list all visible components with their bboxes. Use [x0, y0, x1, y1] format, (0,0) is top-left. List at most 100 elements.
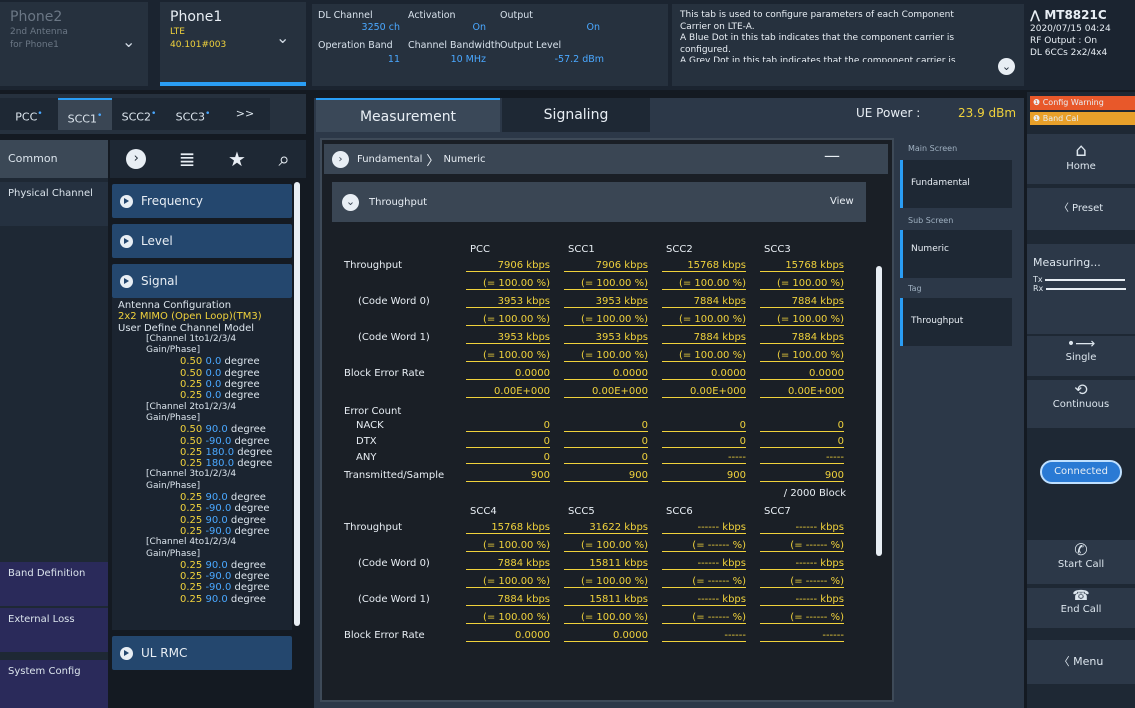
percent-value: (= 100.00 %) — [662, 314, 746, 326]
row-label: Block Error Rate — [344, 630, 425, 641]
tab-signaling[interactable]: Signaling — [502, 98, 650, 132]
gain-phase-row[interactable]: 0.25 -90.0 degree — [118, 526, 288, 537]
antenna-config-value[interactable]: 2x2 MIMO (Open Loop)(TM3) — [118, 311, 288, 322]
tab-scc3[interactable]: SCC3• — [166, 98, 220, 130]
signal-params: Antenna Configuration 2x2 MIMO (Open Loo… — [112, 298, 292, 630]
percent-value: (= 100.00 %) — [564, 540, 648, 552]
tab-more[interactable]: >> — [220, 98, 270, 130]
row-label: Transmitted/Sample — [344, 470, 445, 481]
tx-indicator: Tx — [1033, 275, 1129, 284]
chevron-right-icon[interactable]: › — [126, 149, 147, 169]
list-expand-icon[interactable]: ≣ — [179, 147, 196, 171]
bler-value: 0.0000 — [564, 630, 648, 642]
bler-value: 0.0000 — [760, 368, 844, 380]
gain-phase-row[interactable]: 0.25 180.0 degree — [118, 458, 288, 469]
gain-phase-row[interactable]: 0.50 -90.0 degree — [118, 436, 288, 447]
breadcrumb-fundamental[interactable]: Fundamental — [357, 154, 422, 165]
end-call-button[interactable]: ☎ End Call — [1027, 588, 1135, 628]
percent-value: (= 100.00 %) — [564, 612, 648, 624]
rx-indicator: Rx — [1033, 284, 1129, 293]
breadcrumb-numeric[interactable]: Numeric — [443, 154, 485, 165]
gain-phase-row[interactable]: 0.25 90.0 degree — [118, 594, 288, 605]
tag-label: Tag — [908, 284, 922, 293]
group-level[interactable]: Level — [112, 224, 292, 258]
nack-value: 0 — [466, 420, 550, 432]
band-cal-badge[interactable]: ❶ Band Cal — [1030, 112, 1135, 125]
minimize-icon[interactable]: — — [824, 146, 840, 165]
bler-exp-value: 0.00E+000 — [466, 386, 550, 398]
tag-button[interactable]: Throughput — [900, 298, 1012, 346]
home-icon: ⌂ — [1075, 140, 1087, 161]
gain-phase-row[interactable]: 0.25 90.0 degree — [118, 560, 288, 571]
breadcrumb-separator-icon: 〉 — [426, 153, 440, 169]
transmitted-value: 900 — [466, 470, 550, 482]
phone2-tab[interactable]: Phone2 2nd Antenna for Phone1 ⌄ — [0, 2, 148, 86]
row-label: (Code Word 0) — [358, 296, 430, 307]
gain-phase-row[interactable]: 0.50 0.0 degree — [118, 356, 288, 367]
bandwidth-label: Channel Bandwidth — [408, 40, 501, 51]
left-nav: Common Physical Channel Band Definition … — [0, 140, 108, 708]
preset-button[interactable]: 〈 Preset — [1027, 188, 1135, 230]
group-frequency[interactable]: Frequency — [112, 184, 292, 218]
start-call-button[interactable]: ✆ Start Call — [1027, 540, 1135, 584]
home-button[interactable]: ⌂ Home — [1027, 134, 1135, 184]
phone1-tab[interactable]: Phone1 LTE 40.101#003 ⌄ — [160, 2, 306, 86]
screen-selector: Main Screen Fundamental Sub Screen Numer… — [896, 138, 1024, 708]
throughput-value: 15768 kbps — [662, 260, 746, 272]
group-ul-rmc[interactable]: UL RMC — [112, 636, 292, 670]
gain-phase-row[interactable]: 0.50 90.0 degree — [118, 424, 288, 435]
nav-system-config[interactable]: System Config — [0, 660, 108, 708]
tab-measurement[interactable]: Measurement — [316, 98, 500, 132]
codeword0-value: ------ kbps — [662, 558, 746, 570]
left-scrollbar[interactable] — [294, 182, 300, 626]
nav-external-loss[interactable]: External Loss — [0, 608, 108, 652]
nav-physical-channel[interactable]: Physical Channel — [0, 182, 108, 226]
any-value: 0 — [466, 452, 550, 464]
percent-value: (= ------ %) — [760, 612, 844, 624]
search-icon[interactable]: ⌕ — [279, 147, 290, 171]
sub-screen-button[interactable]: Numeric — [900, 230, 1012, 278]
chevron-right-icon — [120, 234, 133, 248]
chevron-down-icon: ⌄ — [122, 32, 136, 51]
carrier-summary[interactable]: DL Channel 3250 ch Activation On Output … — [312, 4, 668, 86]
info-panel: This tab is used to configure parameters… — [672, 4, 1024, 86]
gain-phase-row[interactable]: 0.25 90.0 degree — [118, 492, 288, 503]
gain-phase-row[interactable]: 0.25 -90.0 degree — [118, 571, 288, 582]
codeword1-value: 3953 kbps — [564, 332, 648, 344]
expand-icon[interactable]: ⌄ — [998, 58, 1015, 75]
group-signal[interactable]: Signal — [112, 264, 292, 298]
tab-pcc[interactable]: PCC• — [0, 98, 58, 130]
gain-phase-row[interactable]: 0.25 0.0 degree — [118, 390, 288, 401]
column-header: SCC5 — [568, 506, 595, 517]
chevron-down-icon: ⌄ — [276, 28, 290, 47]
row-label: Throughput — [344, 522, 403, 533]
continuous-button[interactable]: ⟲ Continuous — [1027, 380, 1135, 428]
gain-phase-row[interactable]: 0.50 0.0 degree — [118, 368, 288, 379]
output-label: Output — [500, 10, 533, 21]
tab-scc2[interactable]: SCC2• — [112, 98, 166, 130]
gain-phase-row[interactable]: 0.25 180.0 degree — [118, 447, 288, 458]
gain-phase-row[interactable]: 0.25 90.0 degree — [118, 515, 288, 526]
throughput-header[interactable]: ⌄ Throughput View — [332, 182, 866, 222]
config-warning-badge[interactable]: ❶ Config Warning — [1030, 96, 1135, 110]
gain-phase-row[interactable]: 0.25 -90.0 degree — [118, 503, 288, 514]
view-button[interactable]: View — [830, 196, 854, 207]
gain-phase-row[interactable]: 0.25 -90.0 degree — [118, 582, 288, 593]
single-button[interactable]: •⟶ Single — [1027, 336, 1135, 376]
nav-common[interactable]: Common — [0, 140, 108, 178]
codeword1-value: 3953 kbps — [466, 332, 550, 344]
bler-exp-value: 0.00E+000 — [760, 386, 844, 398]
dl-config: DL 6CCs 2x2/4x4 — [1030, 48, 1108, 58]
star-icon[interactable]: ★ — [228, 147, 246, 171]
main-screen-button[interactable]: Fundamental — [900, 160, 1012, 208]
gain-phase-row[interactable]: 0.25 0.0 degree — [118, 379, 288, 390]
tab-scc1[interactable]: SCC1• — [58, 98, 112, 130]
main-scrollbar[interactable] — [876, 266, 882, 556]
percent-value: (= 100.00 %) — [564, 350, 648, 362]
nav-band-definition[interactable]: Band Definition — [0, 562, 108, 606]
phone2-sub2: for Phone1 — [10, 40, 59, 50]
bler-value: ------ — [662, 630, 746, 642]
hangup-icon: ☎ — [1072, 588, 1090, 604]
chevron-right-icon[interactable]: › — [332, 150, 349, 168]
menu-button[interactable]: 〈 Menu — [1027, 640, 1135, 684]
